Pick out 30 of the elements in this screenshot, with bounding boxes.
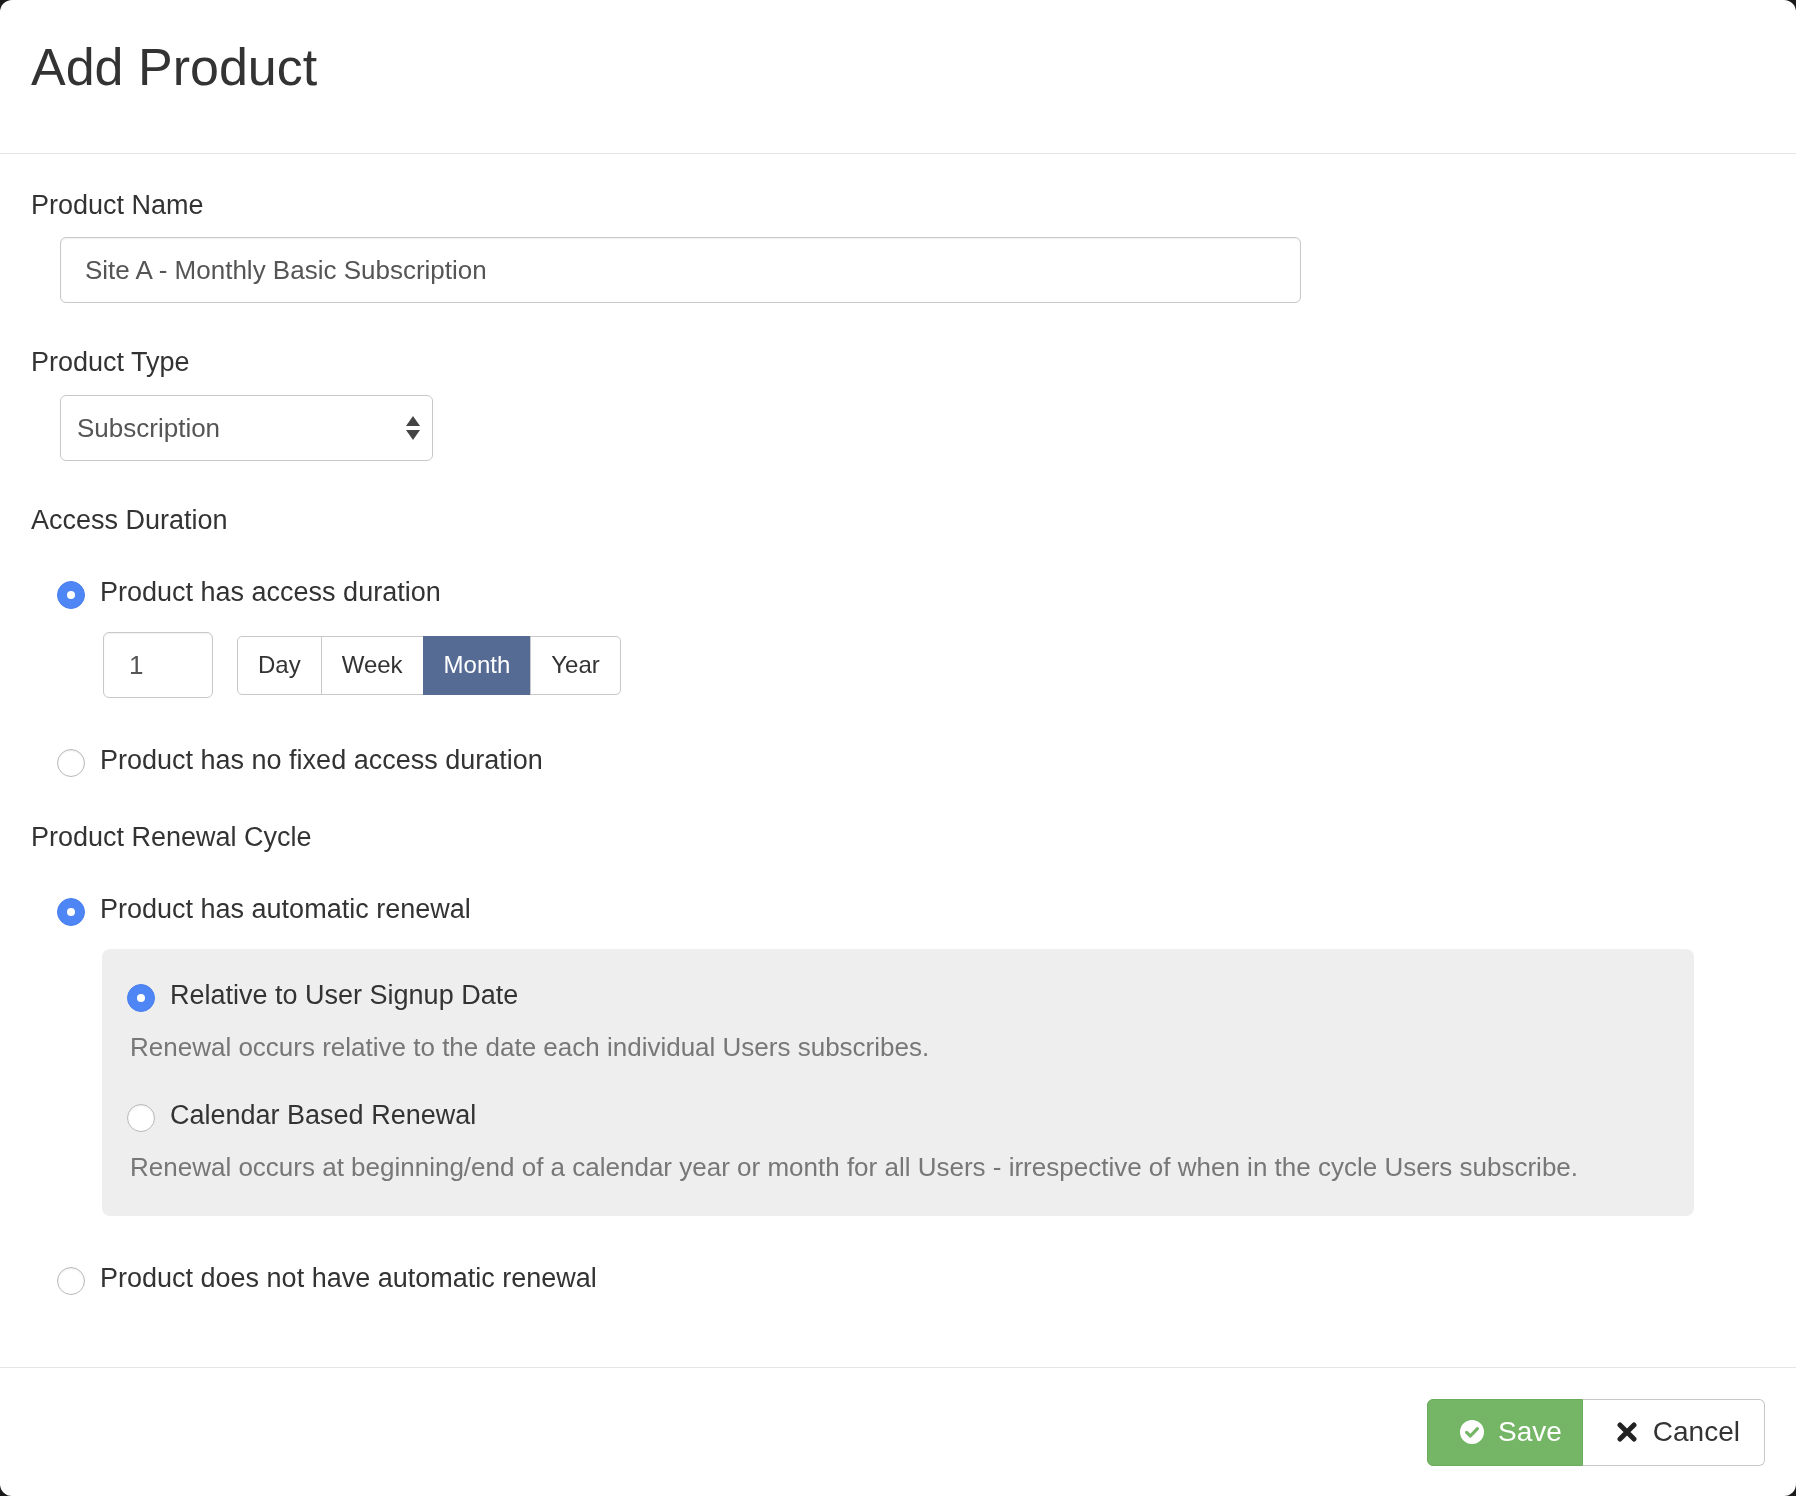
field-label: Product Type bbox=[31, 346, 190, 379]
duration-input[interactable]: 1 bbox=[103, 632, 213, 698]
unit-button[interactable]: Month bbox=[422, 635, 532, 695]
field-label: Product Name bbox=[31, 189, 204, 222]
radio-label[interactable]: Relative to User Signup Date bbox=[170, 977, 519, 1013]
radio-label[interactable]: Product has access duration bbox=[100, 574, 441, 610]
radio-label[interactable]: Product does not have automatic renewal bbox=[100, 1260, 597, 1296]
field-label: Access Duration bbox=[31, 504, 228, 537]
radio-button[interactable] bbox=[57, 581, 85, 609]
dialog-title: Add Product bbox=[31, 36, 318, 97]
unit-button[interactable]: Week bbox=[320, 635, 424, 695]
radio-label[interactable]: Product has automatic renewal bbox=[100, 891, 471, 927]
radio-button[interactable] bbox=[57, 898, 85, 926]
field-label: Product Renewal Cycle bbox=[31, 821, 312, 854]
radio-button[interactable] bbox=[127, 984, 155, 1012]
option-description: Renewal occurs relative to the date each individual Users subscribes. bbox=[130, 1031, 931, 1064]
radio-button[interactable] bbox=[57, 749, 85, 777]
product-type-select[interactable]: Subscription bbox=[60, 395, 433, 461]
select-arrows-icon bbox=[406, 416, 420, 440]
option-description: Renewal occurs at beginning/end of a calendar year or month for all Users - irrespective of when in the cycle Users subscribe. bbox=[130, 1151, 1580, 1184]
close-icon bbox=[1616, 1422, 1637, 1442]
product-name-field[interactable]: Site A - Monthly Basic Subscription bbox=[60, 237, 1301, 303]
radio-button[interactable] bbox=[57, 1267, 85, 1295]
check-circle-icon bbox=[1460, 1420, 1484, 1444]
radio-label[interactable]: Calendar Based Renewal bbox=[170, 1097, 477, 1133]
radio-button[interactable] bbox=[127, 1104, 155, 1132]
unit-button[interactable]: Year bbox=[530, 635, 621, 695]
cancel-button[interactable]: Cancel bbox=[1582, 1398, 1765, 1466]
unit-button[interactable]: Day bbox=[237, 635, 322, 695]
radio-label[interactable]: Product has no fixed access duration bbox=[100, 742, 543, 778]
